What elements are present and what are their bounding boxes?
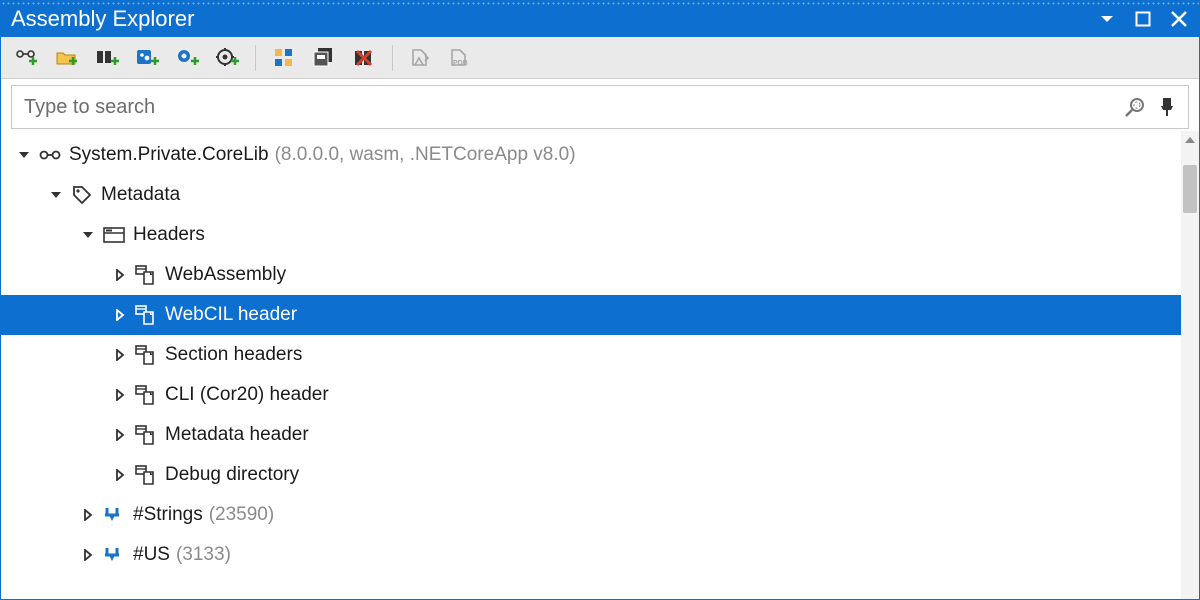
scroll-thumb[interactable] <box>1183 165 1197 213</box>
window-title: Assembly Explorer <box>11 6 194 32</box>
export-pdb-button[interactable]: PDB <box>447 44 475 72</box>
header-file-icon <box>135 264 157 286</box>
toolbar-separator <box>392 45 393 71</box>
tree-item-label: Headers <box>133 224 205 246</box>
expand-toggle[interactable] <box>111 426 129 444</box>
window-menu-button[interactable] <box>1097 9 1117 29</box>
expand-toggle[interactable] <box>15 146 33 164</box>
open-folder-button[interactable] <box>53 44 81 72</box>
tree-item-label: WebCIL header <box>165 304 297 326</box>
tree-item-label: #Strings <box>133 504 203 526</box>
expand-toggle[interactable] <box>111 266 129 284</box>
titlebar: Assembly Explorer <box>1 1 1199 37</box>
search-icon[interactable] <box>1122 94 1148 120</box>
tree-item-header[interactable]: WebAssembly <box>1 255 1181 295</box>
tree-item-metadata[interactable]: Metadata <box>1 175 1181 215</box>
toolbar: PDB <box>1 37 1199 79</box>
tree-item-count: (23590) <box>209 504 275 526</box>
maximize-button[interactable] <box>1133 9 1153 29</box>
tree-item-header[interactable]: WebCIL header <box>1 295 1181 335</box>
header-file-icon <box>135 384 157 406</box>
stream-icon <box>103 544 125 566</box>
tree-item-assembly[interactable]: System.Private.CoreLib (8.0.0.0, wasm, .… <box>1 135 1181 175</box>
save-all-button[interactable] <box>310 44 338 72</box>
search-bar <box>11 85 1189 129</box>
tree-view[interactable]: System.Private.CoreLib (8.0.0.0, wasm, .… <box>1 131 1181 599</box>
vertical-scrollbar[interactable] <box>1181 131 1199 599</box>
add-process-button[interactable] <box>173 44 201 72</box>
assembly-icon <box>39 144 61 166</box>
scroll-up-icon[interactable] <box>1181 131 1199 149</box>
svg-text:PDB: PDB <box>453 60 468 67</box>
grid-view-button[interactable] <box>270 44 298 72</box>
add-reference-button[interactable] <box>13 44 41 72</box>
header-file-icon <box>135 344 157 366</box>
expand-toggle[interactable] <box>47 186 65 204</box>
header-group-icon <box>103 224 125 246</box>
expand-toggle[interactable] <box>79 226 97 244</box>
tree-item-detail: (8.0.0.0, wasm, .NETCoreApp v8.0) <box>275 144 576 166</box>
tree-item-count: (3133) <box>176 544 231 566</box>
stream-icon <box>103 504 125 526</box>
header-file-icon <box>135 464 157 486</box>
header-file-icon <box>135 424 157 446</box>
tree-item-label: CLI (Cor20) header <box>165 384 329 406</box>
tree-item-header[interactable]: Section headers <box>1 335 1181 375</box>
tree-item-label: WebAssembly <box>165 264 286 286</box>
tree-item-stream[interactable]: #US (3133) <box>1 535 1181 575</box>
expand-toggle[interactable] <box>111 306 129 324</box>
add-nuget-button[interactable] <box>133 44 161 72</box>
pin-icon[interactable] <box>1156 96 1178 118</box>
tree-item-label: Section headers <box>165 344 302 366</box>
assembly-explorer-window: Assembly Explorer <box>0 0 1200 600</box>
tree-item-headers[interactable]: Headers <box>1 215 1181 255</box>
tree-item-stream[interactable]: #Strings (23590) <box>1 495 1181 535</box>
expand-toggle[interactable] <box>79 546 97 564</box>
tree-item-label: Debug directory <box>165 464 299 486</box>
tag-icon <box>71 184 93 206</box>
tree-item-label: #US <box>133 544 170 566</box>
close-button[interactable] <box>1169 9 1189 29</box>
remove-button[interactable] <box>350 44 378 72</box>
expand-toggle[interactable] <box>79 506 97 524</box>
expand-toggle[interactable] <box>111 466 129 484</box>
tree-item-label: Metadata <box>101 184 180 206</box>
expand-toggle[interactable] <box>111 386 129 404</box>
expand-toggle[interactable] <box>111 346 129 364</box>
tree-item-header[interactable]: Metadata header <box>1 415 1181 455</box>
tree-item-header[interactable]: CLI (Cor20) header <box>1 375 1181 415</box>
add-assembly-button[interactable] <box>93 44 121 72</box>
settings-button[interactable] <box>213 44 241 72</box>
tree-item-label: System.Private.CoreLib <box>69 144 269 166</box>
export-vs-button[interactable] <box>407 44 435 72</box>
tree-item-label: Metadata header <box>165 424 309 446</box>
search-input[interactable] <box>22 95 1122 120</box>
toolbar-separator <box>255 45 256 71</box>
tree-item-header[interactable]: Debug directory <box>1 455 1181 495</box>
header-file-icon <box>135 304 157 326</box>
